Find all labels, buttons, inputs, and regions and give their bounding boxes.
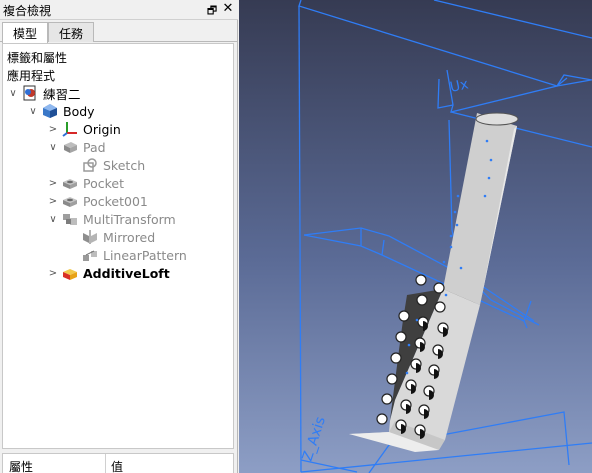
additiveloft-icon bbox=[62, 265, 78, 281]
pocket-icon bbox=[62, 193, 78, 209]
loft-solid[interactable] bbox=[349, 112, 519, 452]
tree-item-label: 練習二 bbox=[43, 86, 81, 102]
property-column-header[interactable]: 屬性 bbox=[9, 458, 33, 473]
tree-item-origin[interactable]: > Origin bbox=[47, 120, 121, 138]
tab-model[interactable]: 模型 bbox=[2, 22, 49, 43]
panel-titlebar: 複合檢視 🗗 ✕ bbox=[0, 0, 238, 20]
expand-arrow-icon[interactable]: ∨ bbox=[7, 88, 19, 99]
tab-bar: 模型 任務 bbox=[0, 20, 238, 43]
panel-title: 複合檢視 bbox=[3, 4, 52, 18]
model-tree: 標籤和屬性 應用程式 ∨ 練習二 ∨ Body > Origin ∨ Pad S… bbox=[2, 43, 234, 449]
value-column-header[interactable]: 值 bbox=[111, 458, 123, 473]
tree-item-label: Sketch bbox=[103, 157, 146, 173]
column-divider[interactable] bbox=[105, 454, 106, 473]
tab-tasks[interactable]: 任務 bbox=[48, 22, 95, 42]
tree-item-linearpattern[interactable]: LinearPattern bbox=[67, 246, 187, 264]
tree-item-pad[interactable]: ∨ Pad bbox=[47, 138, 106, 156]
expand-arrow-icon[interactable]: ∨ bbox=[47, 142, 59, 153]
tree-item-document[interactable]: ∨ 練習二 bbox=[7, 84, 81, 102]
collapse-arrow-icon[interactable]: > bbox=[47, 268, 59, 279]
sketch-icon bbox=[82, 157, 98, 173]
3d-viewport[interactable]: Ux Z_Axis bbox=[239, 0, 592, 473]
tree-item-multitransform[interactable]: ∨ MultiTransform bbox=[47, 210, 176, 228]
origin-axes-icon bbox=[62, 121, 78, 137]
pocket-icon bbox=[62, 175, 78, 191]
close-icon[interactable]: ✕ bbox=[221, 1, 235, 16]
pad-icon bbox=[62, 139, 78, 155]
axis-label-bottom: Z_Axis bbox=[300, 415, 329, 463]
tree-item-label: Pad bbox=[83, 139, 106, 155]
mirrored-icon bbox=[82, 229, 98, 245]
tree-item-sketch[interactable]: Sketch bbox=[67, 156, 145, 174]
property-table-header: 屬性 值 bbox=[2, 453, 234, 473]
multitransform-icon bbox=[62, 211, 78, 227]
tree-item-label: Origin bbox=[83, 121, 121, 137]
application-header: 應用程式 bbox=[7, 69, 56, 83]
tree-item-pocket[interactable]: > Pocket bbox=[47, 174, 124, 192]
linearpattern-icon bbox=[82, 247, 98, 263]
document-icon bbox=[22, 85, 38, 101]
combo-view-panel: 複合檢視 🗗 ✕ 模型 任務 標籤和屬性 應用程式 ∨ 練習二 ∨ Body > bbox=[0, 0, 238, 473]
tree-item-mirrored[interactable]: Mirrored bbox=[67, 228, 155, 246]
collapse-arrow-icon[interactable]: > bbox=[47, 196, 59, 207]
tree-item-body[interactable]: ∨ Body bbox=[27, 102, 95, 120]
tree-item-label: LinearPattern bbox=[103, 247, 187, 263]
3d-scene[interactable]: Ux Z_Axis bbox=[239, 0, 592, 473]
tree-item-label: AdditiveLoft bbox=[83, 265, 170, 281]
axis-label-top: Ux bbox=[449, 76, 470, 96]
tree-item-label: Mirrored bbox=[103, 229, 156, 245]
expand-arrow-icon[interactable]: ∨ bbox=[47, 214, 59, 225]
tree-item-label: Body bbox=[63, 103, 95, 119]
collapse-arrow-icon[interactable]: > bbox=[47, 124, 59, 135]
float-icon[interactable]: 🗗 bbox=[205, 2, 219, 21]
tree-item-pocket001[interactable]: > Pocket001 bbox=[47, 192, 148, 210]
tree-item-label: Pocket bbox=[83, 175, 124, 191]
tree-item-additiveloft[interactable]: > AdditiveLoft bbox=[47, 264, 170, 282]
tree-item-label: Pocket001 bbox=[83, 193, 148, 209]
body-icon bbox=[42, 103, 58, 119]
expand-arrow-icon[interactable]: ∨ bbox=[27, 106, 39, 117]
tree-item-label: MultiTransform bbox=[83, 211, 176, 227]
labels-attributes-header: 標籤和屬性 bbox=[7, 51, 68, 65]
collapse-arrow-icon[interactable]: > bbox=[47, 178, 59, 189]
